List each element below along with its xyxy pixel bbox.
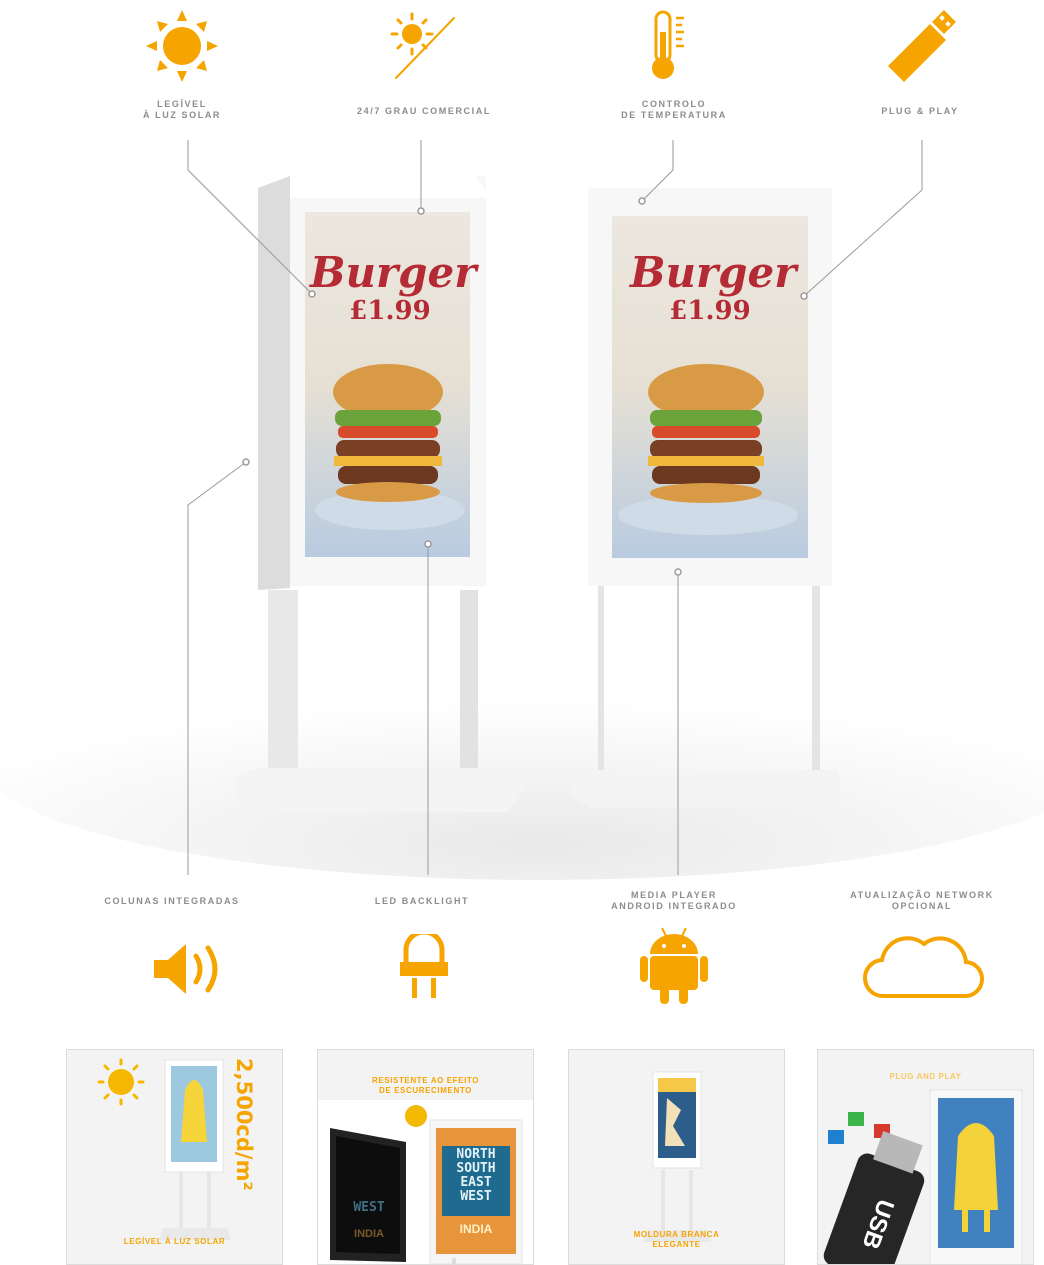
card-white-frame: MOLDURA BRANCA ELEGANTE	[568, 1049, 785, 1265]
cloud-icon	[862, 928, 986, 1000]
screen-title-right: Burger	[630, 248, 797, 297]
kiosk-illustration	[0, 140, 1044, 880]
card-caption-white-frame: MOLDURA BRANCA ELEGANTE	[633, 1230, 720, 1249]
feature-label-network: ATUALIZAÇÃO NETWORK OPCIONAL	[850, 890, 994, 911]
card-anti-darkening: RESISTENTE AO EFEITO DE ESCURECIMENTO NOR…	[317, 1049, 534, 1265]
plug-icon	[398, 934, 450, 1000]
feature-label-led: LED BACKLIGHT	[374, 896, 470, 906]
poster-text-dark: WEST	[353, 1200, 385, 1215]
speaker-icon	[152, 940, 226, 998]
feature-label-android: MEDIA PLAYER ANDROID INTEGRADO	[611, 890, 737, 911]
feature-label-speakers: COLUNAS INTEGRADAS	[104, 896, 240, 906]
android-icon	[638, 926, 710, 1006]
card-sunlight-readable: 2,500cd/m² LEGÍVEL À LUZ SOLAR	[66, 1049, 283, 1265]
card-plug-and-play: PLUG AND PLAY USB	[817, 1049, 1034, 1265]
screen-price-left: £1.99	[349, 296, 431, 326]
screen-title-left: Burger	[310, 248, 477, 297]
card-brightness-value: 2,500cd/m²	[232, 1058, 256, 1191]
card-caption-sunlight: LEGÍVEL À LUZ SOLAR	[123, 1237, 226, 1246]
poster-footer-bright: INDIA	[459, 1222, 493, 1236]
poster-text-bright: NORTH SOUTH EAST WEST	[456, 1147, 496, 1204]
poster-footer-dark: INDIA	[354, 1228, 384, 1240]
screen-price-right: £1.99	[669, 296, 751, 326]
